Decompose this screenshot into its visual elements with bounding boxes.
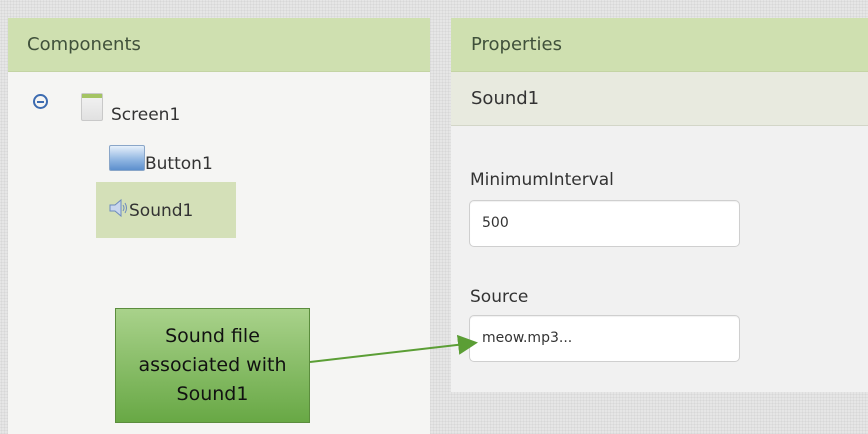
annotation-line: Sound1 <box>176 383 249 405</box>
minimum-interval-label: MinimumInterval <box>470 170 614 190</box>
properties-header: Properties <box>451 18 868 72</box>
components-header: Components <box>8 18 430 72</box>
annotation-line: Sound file <box>165 325 260 347</box>
tree-item-label: Screen1 <box>111 105 181 125</box>
collapse-toggle-icon[interactable] <box>33 94 48 109</box>
source-input[interactable]: meow.mp3... <box>469 315 740 362</box>
selected-component-name: Sound1 <box>451 72 868 126</box>
annotation-line: associated with <box>138 354 287 376</box>
speaker-icon <box>109 198 127 218</box>
tree-item-button1[interactable]: Button1 <box>109 142 213 174</box>
tree-item-label: Button1 <box>145 154 213 174</box>
tree-item-sound1[interactable]: Sound1 <box>109 195 193 221</box>
minimum-interval-input[interactable]: 500 <box>469 200 740 247</box>
source-label: Source <box>470 287 529 307</box>
annotation-callout: Sound file associated with Sound1 <box>115 308 310 423</box>
button-icon <box>109 145 145 171</box>
screen-icon <box>81 93 103 121</box>
tree-item-label: Sound1 <box>129 201 194 221</box>
tree-item-screen1[interactable]: Screen1 <box>81 89 180 125</box>
